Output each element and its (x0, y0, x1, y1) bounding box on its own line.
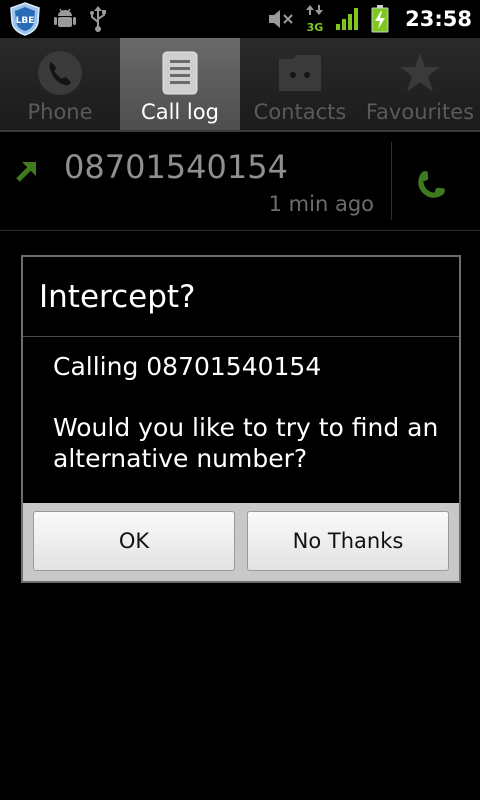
star-icon (398, 50, 442, 96)
android-debug-icon (54, 7, 76, 31)
signal-strength-icon (335, 7, 361, 31)
dialog-button-bar: OK No Thanks (23, 503, 459, 581)
dialog-title-divider (23, 336, 459, 337)
dialog-message-calling: Calling 08701540154 (53, 352, 322, 381)
call-log-time: 1 min ago (268, 192, 374, 216)
outgoing-call-arrow-icon (14, 158, 40, 188)
tab-call-log[interactable]: Call log (120, 38, 240, 130)
call-back-button[interactable] (400, 146, 472, 218)
status-bar-system: 3G 23:58 (267, 0, 472, 38)
phone-handset-icon (413, 157, 459, 207)
usb-icon (88, 6, 108, 32)
3g-data-icon: 3G (305, 5, 325, 33)
lbe-shield-icon: LBE (8, 2, 42, 36)
contacts-icon (277, 50, 323, 96)
status-bar: LBE 3G 23:58 (0, 0, 480, 38)
tab-favourites[interactable]: Favourites (360, 38, 480, 130)
tab-contacts-label: Contacts (253, 100, 347, 124)
call-log-entry[interactable]: 08701540154 1 min ago (0, 132, 480, 231)
tab-phone-label: Phone (27, 100, 93, 124)
call-log-number: 08701540154 (64, 148, 288, 186)
volume-muted-icon (267, 7, 295, 31)
lbe-logo-text: LBE (16, 16, 35, 26)
tab-contacts[interactable]: Contacts (240, 38, 360, 130)
dialog-message: Calling 08701540154 Would you like to tr… (53, 351, 443, 474)
phone-icon (37, 50, 83, 96)
dialer-tabs: Phone Call log Contacts Favourites (0, 38, 480, 132)
call-log-icon (162, 50, 198, 96)
status-bar-notifications: LBE (8, 0, 108, 38)
clock: 23:58 (405, 7, 472, 31)
no-thanks-button[interactable]: No Thanks (247, 511, 449, 571)
ok-button[interactable]: OK (33, 511, 235, 571)
dialog-title: Intercept? (39, 279, 196, 315)
intercept-dialog: Intercept? Calling 08701540154 Would you… (21, 255, 461, 583)
network-type-label: 3G (307, 21, 324, 33)
tab-favourites-label: Favourites (365, 100, 475, 124)
tab-call-log-label: Call log (141, 100, 219, 124)
dialog-message-question: Would you like to try to find an alterna… (53, 413, 439, 473)
battery-charging-icon (371, 5, 389, 33)
call-row-divider (391, 142, 392, 220)
tab-phone[interactable]: Phone (0, 38, 120, 130)
